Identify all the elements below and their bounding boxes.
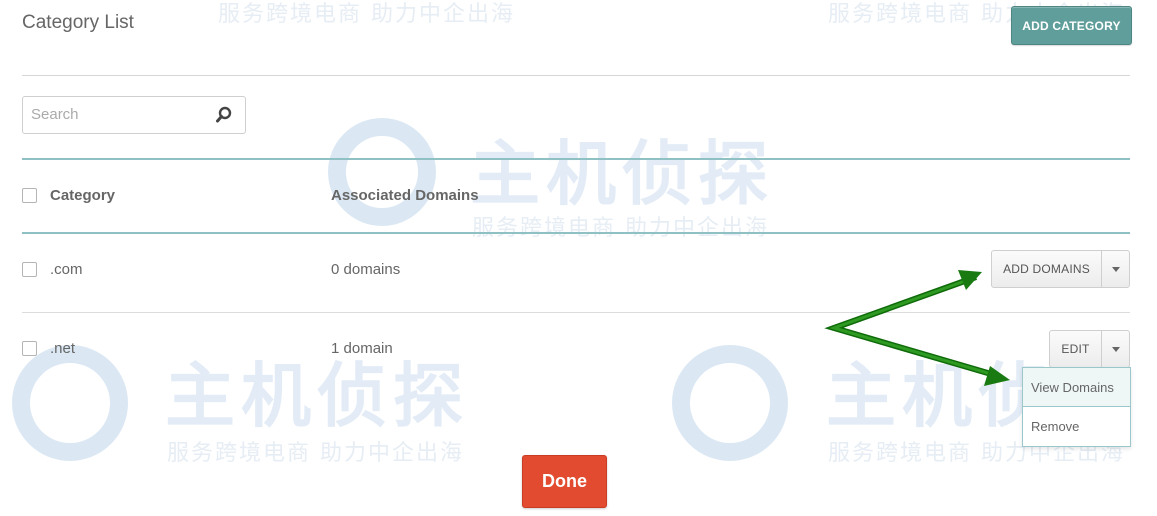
search-input[interactable] xyxy=(23,97,211,131)
category-name: .com xyxy=(50,261,83,278)
associated-domains-count: 1 domain xyxy=(331,340,393,357)
menu-item-remove[interactable]: Remove xyxy=(1023,407,1130,445)
annotation-arrow-highlight xyxy=(829,275,999,378)
watermark-brand: 主机侦探 xyxy=(165,355,469,437)
associated-domains-count: 0 domains xyxy=(331,261,401,278)
search-icon[interactable] xyxy=(215,106,233,124)
column-header-category[interactable]: Category xyxy=(50,187,115,204)
edit-button[interactable]: EDIT xyxy=(1050,331,1101,367)
watermark-logo xyxy=(328,118,436,226)
search-box[interactable] xyxy=(22,96,246,134)
done-button[interactable]: Done xyxy=(522,455,607,508)
menu-item-view-domains[interactable]: View Domains xyxy=(1023,368,1130,406)
arrow-head-icon xyxy=(984,366,1010,386)
annotation-arrow-line xyxy=(824,274,999,379)
select-all-checkbox[interactable] xyxy=(22,188,37,203)
add-domains-split-button: ADD DOMAINS xyxy=(991,250,1130,288)
caret-down-icon xyxy=(1111,346,1120,352)
row-checkbox[interactable] xyxy=(22,262,37,277)
annotation-arrows xyxy=(824,270,1010,386)
edit-split-button: EDIT xyxy=(1049,330,1130,368)
add-domains-button[interactable]: ADD DOMAINS xyxy=(992,251,1101,287)
row-checkbox[interactable] xyxy=(22,341,37,356)
header-divider xyxy=(22,75,1130,76)
page-title: Category List xyxy=(22,12,134,33)
add-category-button[interactable]: ADD CATEGORY xyxy=(1011,6,1132,45)
watermark-slogan: 服务跨境电商 助力中企出海 xyxy=(218,2,515,27)
watermark-brand: 主机侦探 xyxy=(470,133,774,215)
row-divider xyxy=(22,312,1130,313)
table-top-divider xyxy=(22,158,1130,160)
caret-down-icon xyxy=(1111,266,1120,272)
watermark-slogan: 服务跨境电商 助力中企出海 xyxy=(167,441,464,466)
edit-menu-toggle[interactable] xyxy=(1101,331,1129,367)
category-name: .net xyxy=(50,340,76,357)
add-domains-menu-toggle[interactable] xyxy=(1101,251,1129,287)
watermark-slogan: 服务跨境电商 助力中企出海 xyxy=(472,216,769,241)
watermark-logo xyxy=(672,345,788,461)
row-actions-dropdown: View Domains Remove xyxy=(1022,367,1131,447)
watermark-logo xyxy=(12,345,128,461)
arrow-head-icon xyxy=(958,270,982,290)
table-header-divider xyxy=(22,232,1130,234)
column-header-associated-domains[interactable]: Associated Domains xyxy=(331,187,479,204)
